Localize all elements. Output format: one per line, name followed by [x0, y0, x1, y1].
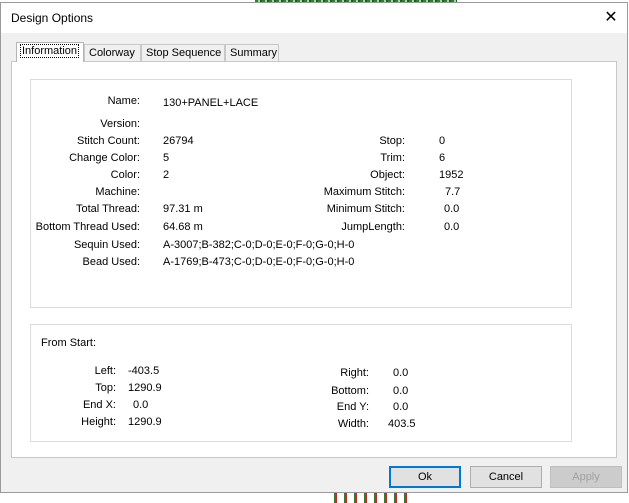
design-info-group: Name: 130+PANEL+LACE Version: Stitch Cou… [30, 79, 572, 308]
width-value: 403.5 [388, 418, 416, 430]
machine-label: Machine: [95, 186, 140, 198]
bead-used-value: A-1769;B-473;C-0;D-0;E-0;F-0;G-0;H-0 [163, 256, 355, 268]
end-y-label: End Y: [336, 401, 369, 413]
minimum-stitch-value: 0.0 [444, 203, 460, 215]
version-label: Version: [100, 118, 140, 130]
right-value: 0.0 [393, 367, 409, 379]
height-value: 1290.9 [128, 416, 162, 428]
top-label: Top: [95, 382, 116, 394]
bottom-value: 0.0 [393, 385, 409, 397]
close-icon[interactable]: ✕ [599, 6, 623, 30]
name-label: Name: [107, 95, 140, 107]
end-y-value: 0.0 [393, 401, 409, 413]
bottom-label: Bottom: [331, 385, 369, 397]
minimum-stitch-label: Minimum Stitch: [326, 203, 405, 215]
total-thread-value: 97.31 m [163, 203, 203, 215]
sequin-used-label: Sequin Used: [73, 239, 140, 251]
from-start-group: From Start: Left: -403.5 Top: 1290.9 End… [30, 324, 572, 442]
tab-summary[interactable]: Summary [225, 44, 279, 61]
color-label: Color: [110, 169, 140, 181]
trim-label: Trim: [380, 152, 405, 164]
top-value: 1290.9 [128, 382, 162, 394]
bead-used-label: Bead Used: [82, 256, 140, 268]
jump-length-value: 0.0 [444, 221, 460, 233]
apply-button[interactable]: Apply [550, 466, 622, 488]
end-x-value: 0.0 [133, 399, 149, 411]
change-color-label: Change Color: [69, 152, 140, 164]
bottom-thread-label: Bottom Thread Used: [35, 221, 140, 233]
object-label: Object: [370, 169, 405, 181]
end-x-label: End X: [82, 399, 116, 411]
jump-length-label: JumpLength: [341, 221, 405, 233]
tab-information-label: Information [19, 44, 80, 58]
information-panel: Name: 130+PANEL+LACE Version: Stitch Cou… [11, 61, 617, 458]
stitch-count-value: 26794 [163, 135, 194, 147]
total-thread-label: Total Thread: [75, 203, 140, 215]
stitch-count-label: Stitch Count: [77, 135, 140, 147]
bottom-thread-value: 64.68 m [163, 221, 203, 233]
sequin-used-value: A-3007;B-382;C-0;D-0;E-0;F-0;G-0;H-0 [163, 239, 355, 251]
left-value: -403.5 [128, 365, 160, 377]
cancel-button[interactable]: Cancel [470, 466, 542, 488]
design-options-dialog: Design Options ✕ Information Colorway St… [0, 2, 628, 493]
left-label: Left: [94, 365, 116, 377]
from-start-heading: From Start: [41, 337, 97, 349]
dialog-title: Design Options [11, 11, 94, 25]
tab-information[interactable]: Information [16, 42, 84, 62]
maximum-stitch-label: Maximum Stitch: [323, 186, 405, 198]
height-label: Height: [81, 416, 116, 428]
tab-stop-sequence[interactable]: Stop Sequence [141, 44, 225, 61]
width-label: Width: [337, 418, 369, 430]
trim-value: 6 [439, 152, 446, 164]
stop-value: 0 [439, 135, 446, 147]
stop-label: Stop: [379, 135, 405, 147]
object-value: 1952 [439, 169, 464, 181]
tab-colorway[interactable]: Colorway [84, 44, 141, 61]
color-value: 2 [163, 169, 170, 181]
ok-button[interactable]: Ok [389, 466, 461, 488]
title-bar: Design Options ✕ [1, 3, 627, 33]
name-value: 130+PANEL+LACE [163, 97, 259, 109]
right-label: Right: [340, 367, 369, 379]
maximum-stitch-value: 7.7 [445, 186, 461, 198]
background-embroidery-fragment [330, 493, 408, 503]
change-color-value: 5 [163, 152, 170, 164]
